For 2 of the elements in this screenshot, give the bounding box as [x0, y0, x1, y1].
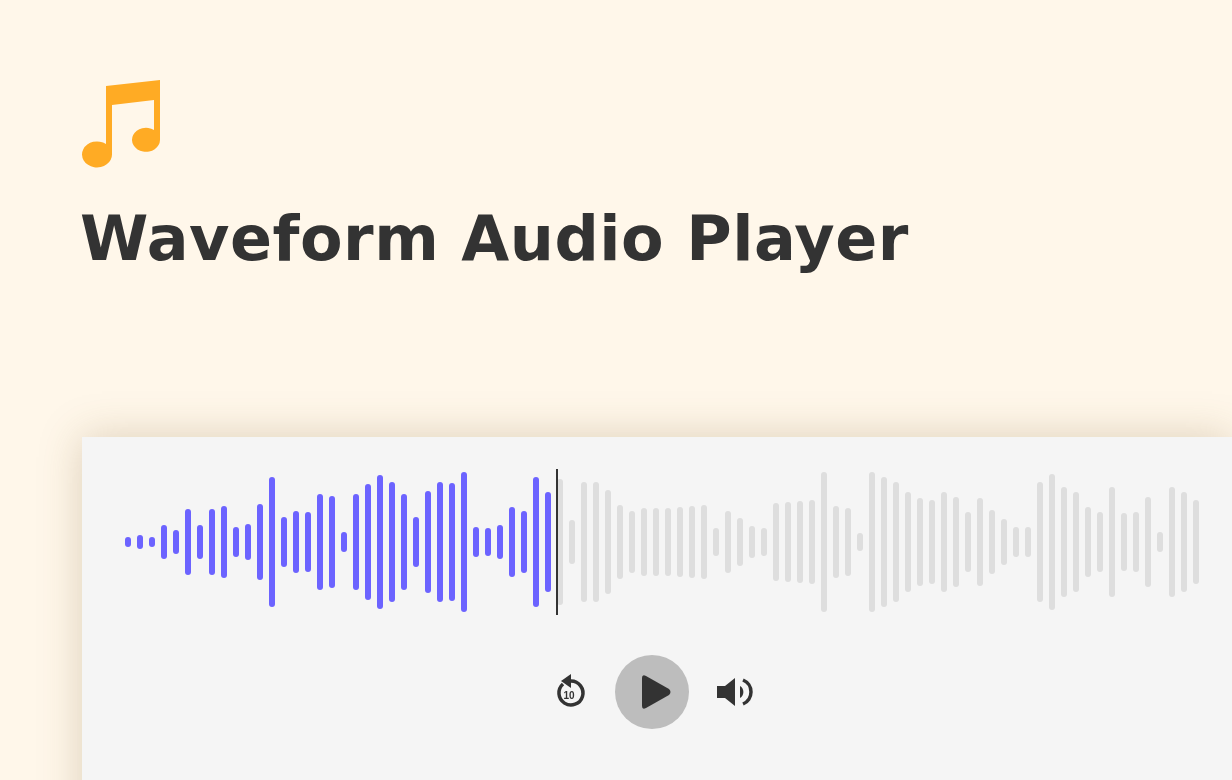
- page-title: Waveform Audio Player: [80, 202, 910, 275]
- rewind-button[interactable]: 10: [549, 672, 589, 712]
